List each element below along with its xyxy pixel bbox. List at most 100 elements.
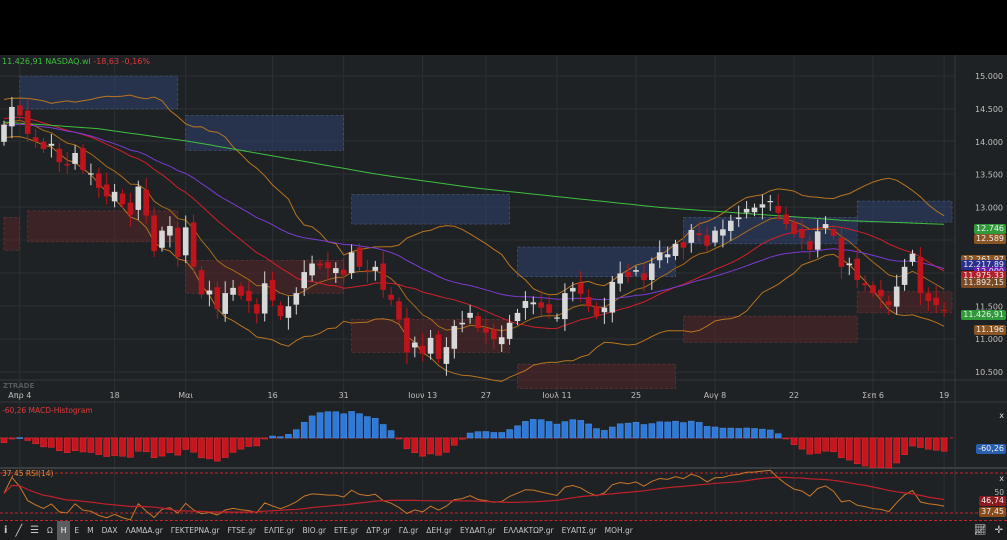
candle-down: [870, 285, 876, 294]
macd-bar: [214, 437, 221, 462]
candle-up: [649, 263, 655, 280]
price-axis-label: 14.000: [975, 138, 1003, 147]
candle-up: [348, 252, 355, 274]
candle-down: [151, 215, 157, 252]
macd-bar: [87, 437, 95, 453]
macd-bar: [869, 437, 877, 468]
candle-down: [917, 256, 924, 294]
toolbar-item[interactable]: ΕΤΕ.gr: [330, 521, 362, 540]
candle-down: [783, 214, 789, 225]
macd-bar: [585, 423, 592, 439]
toolbar-item[interactable]: ΓΕΚΤΕΡΝΑ.gr: [167, 521, 224, 540]
macd-bar: [814, 437, 821, 454]
date-axis-label: Σεπ 6: [862, 391, 884, 400]
toolbar-item[interactable]: ΔΤΡ.gr: [362, 521, 394, 540]
candle-down: [40, 141, 47, 150]
candle-up: [88, 173, 94, 175]
demand-zone: [517, 363, 676, 389]
macd-bar: [940, 437, 948, 452]
macd-bar: [24, 437, 31, 441]
macd-close-button[interactable]: x: [999, 411, 1004, 420]
macd-bar: [593, 428, 600, 439]
macd-bar: [601, 430, 608, 439]
rsi-close-button[interactable]: x: [999, 474, 1004, 483]
candle-up: [909, 253, 916, 262]
toolbar-item[interactable]: ΓΔ.gr: [395, 521, 423, 540]
macd-bar: [443, 437, 450, 453]
candle-down: [388, 294, 394, 300]
macd-bar: [672, 420, 679, 439]
macd-bar: [474, 431, 482, 439]
macd-bar: [885, 437, 893, 469]
candle-up: [459, 322, 465, 325]
price-axis-label: 10.500: [975, 368, 1003, 377]
macd-bar: [245, 437, 253, 447]
supply-zone: [19, 75, 179, 110]
toolbar-item[interactable]: M: [83, 521, 97, 540]
macd-bar: [142, 437, 150, 453]
toolbar-item[interactable]: ΔΕΗ.gr: [422, 521, 456, 540]
macd-bar: [767, 429, 774, 439]
candle-down: [941, 309, 947, 312]
candle-up: [617, 273, 623, 284]
toolbar-item[interactable]: Ω: [43, 521, 57, 540]
toolbar-item[interactable]: E: [70, 521, 83, 540]
toolbar-item[interactable]: ΕΛΠΕ.gr: [260, 521, 298, 540]
chart-canvas[interactable]: 15.00014.50014.00013.50013.00011.50011.0…: [0, 55, 1007, 521]
candle-down: [862, 283, 868, 286]
candle-up: [672, 243, 679, 256]
macd-bar: [229, 437, 237, 453]
add-icon[interactable]: ✛: [995, 525, 1003, 536]
toolbar-item[interactable]: ΛΑΜΔΑ.gr: [122, 521, 167, 540]
toolbar-item[interactable]: FTSE.gr: [223, 521, 260, 540]
candle-down: [119, 193, 126, 205]
macd-bar: [150, 437, 158, 458]
draw-line-icon[interactable]: ╱: [11, 521, 26, 540]
candle-down: [886, 301, 892, 305]
candle-up: [901, 266, 908, 285]
candle-up: [720, 229, 726, 236]
candle-down: [364, 270, 371, 272]
candle-down: [198, 270, 205, 295]
chart-type-icon[interactable]: 📈︎: [974, 525, 987, 536]
candle-up: [656, 252, 663, 261]
macd-bar: [198, 437, 205, 459]
supply-zone: [351, 194, 510, 225]
toolbar-item[interactable]: DAX: [98, 521, 122, 540]
macd-bar: [364, 416, 371, 439]
macd-bar: [482, 431, 490, 439]
price-axis-label: 11.000: [975, 335, 1003, 344]
candle-up: [530, 302, 537, 305]
candle-up: [570, 287, 576, 292]
candle-up: [728, 220, 734, 231]
toolbar-item[interactable]: ΒΙΟ.gr: [298, 521, 330, 540]
date-axis-label: 16: [268, 391, 278, 400]
macd-bar: [8, 437, 16, 440]
candle-down: [435, 334, 442, 359]
candle-up: [230, 287, 236, 295]
candle-down: [80, 148, 86, 171]
macd-bar: [719, 427, 727, 439]
macd-bar: [893, 437, 900, 464]
macd-bar: [664, 421, 671, 439]
toolbar-item[interactable]: H: [56, 521, 71, 540]
candle-down: [593, 306, 600, 316]
candle-down: [491, 329, 497, 340]
candle-down: [585, 297, 592, 307]
candle-up: [759, 204, 766, 208]
toolbar-item[interactable]: ΕΥΑΠΣ.gr: [558, 521, 601, 540]
candle-up: [601, 307, 608, 313]
candle-down: [925, 293, 932, 302]
toolbar-item[interactable]: ΜΟΗ.gr: [601, 521, 637, 540]
candle-up: [427, 337, 434, 354]
candle-up: [893, 286, 900, 307]
toolbar-item[interactable]: ΕΥΔΑΠ.gr: [456, 521, 499, 540]
info-icon[interactable]: i: [0, 521, 11, 540]
candle-up: [743, 208, 750, 213]
toolbar-item[interactable]: ΕΛΛΑΚΤΩΡ.gr: [499, 521, 557, 540]
chart-area[interactable]: 15.000 14.500 14.000 13.500 13.000 11.500 11.0…: [0, 55, 1007, 521]
macd-label: -60,26 MACD-Histogram: [2, 406, 93, 415]
macd-bar: [798, 437, 806, 450]
grid-lines-icon[interactable]: ☰: [26, 521, 43, 540]
macd-bar: [56, 437, 63, 451]
